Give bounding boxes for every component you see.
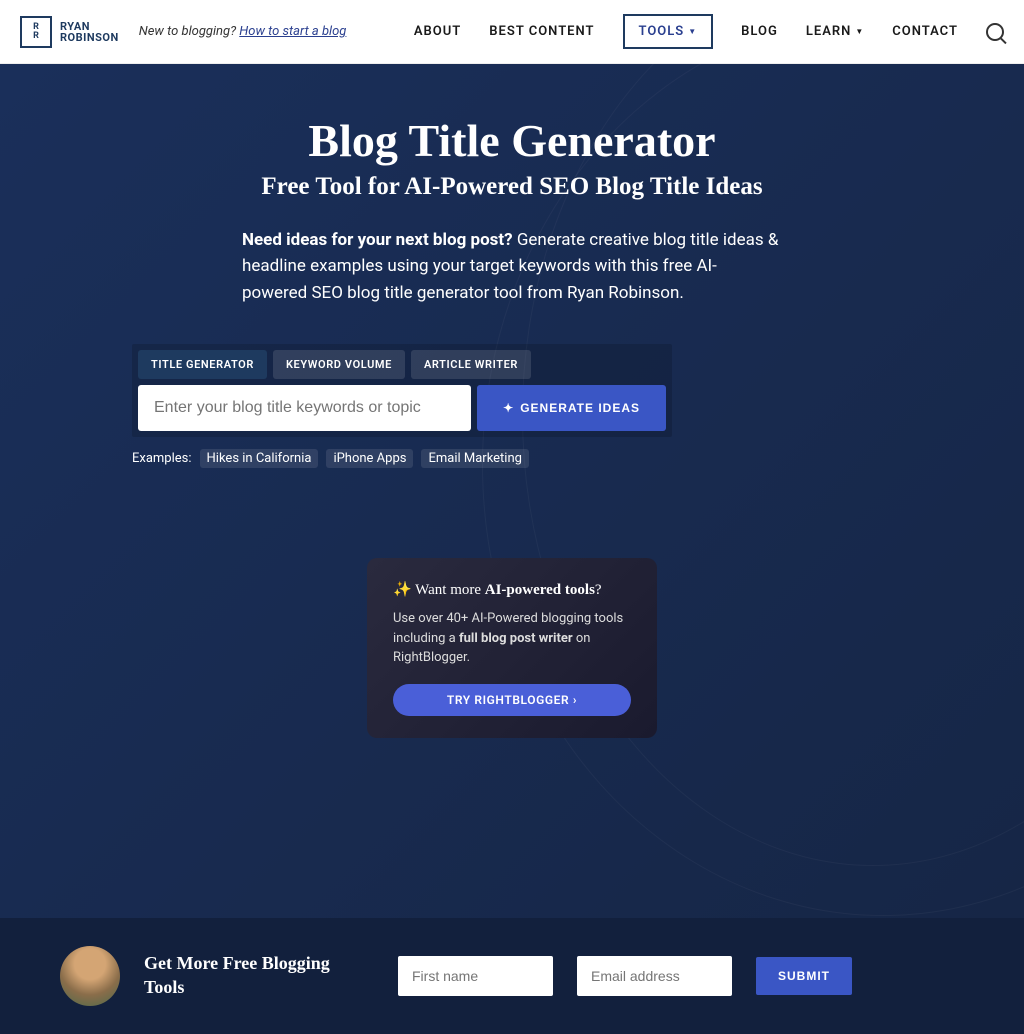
nav-tools-label: TOOLS [639,24,685,39]
email-field[interactable] [577,956,732,996]
tagline-prefix: New to blogging? [139,24,240,39]
nav-tools[interactable]: TOOLS ▼ [623,14,714,49]
hero-inner: Blog Title Generator Free Tool for AI-Po… [132,114,892,738]
hero: Blog Title Generator Free Tool for AI-Po… [0,64,1024,918]
search-icon[interactable] [986,23,1004,41]
tab-title-generator[interactable]: TITLE GENERATOR [138,350,267,379]
chevron-down-icon: ▼ [855,27,864,36]
logo-text: RYAN ROBINSON [60,21,119,43]
primary-nav: ABOUT BEST CONTENT TOOLS ▼ BLOG LEARN ▼ … [414,14,1004,49]
nav-learn-label: LEARN [806,24,852,39]
promo-title-bold: AI-powered tools [485,582,595,598]
promo-card: ✨ Want more AI-powered tools? Use over 4… [367,558,657,738]
logo-area: RR RYAN ROBINSON New to blogging? How to… [20,16,346,48]
keywords-input[interactable] [138,385,471,431]
promo-title-pre: ✨ Want more [393,582,485,598]
tool-box: TITLE GENERATOR KEYWORD VOLUME ARTICLE W… [132,344,672,437]
logo-text-top: RYAN [60,21,119,32]
nav-blog[interactable]: BLOG [741,24,778,39]
nav-learn[interactable]: LEARN ▼ [806,24,864,39]
nav-about[interactable]: ABOUT [414,24,461,39]
newsletter-bar: Get More Free Blogging Tools SUBMIT [0,918,1024,1034]
chevron-down-icon: ▼ [688,27,697,36]
try-rightblogger-button[interactable]: TRY RIGHTBLOGGER › [393,684,631,716]
generate-button-label: GENERATE IDEAS [520,401,640,415]
page-title: Blog Title Generator [132,114,892,167]
desc-bold: Need ideas for your next blog post? [242,230,513,250]
start-blog-link[interactable]: How to start a blog [239,24,346,39]
example-chip[interactable]: iPhone Apps [326,449,413,468]
examples-row: Examples: Hikes in California iPhone App… [132,449,892,468]
avatar [60,946,120,1006]
promo-title: ✨ Want more AI-powered tools? [393,580,631,599]
tab-article-writer[interactable]: ARTICLE WRITER [411,350,531,379]
promo-body-bold: full blog post writer [459,631,573,646]
sparkle-icon: ✦ [503,401,514,415]
page-subtitle: Free Tool for AI-Powered SEO Blog Title … [132,173,892,201]
promo-title-post: ? [595,582,602,598]
logo-text-bot: ROBINSON [60,32,119,43]
logo-icon: RR [20,16,52,48]
tagline: New to blogging? How to start a blog [139,24,347,39]
nav-best-content[interactable]: BEST CONTENT [489,24,594,39]
input-row: ✦ GENERATE IDEAS [138,385,666,431]
tool-tabs: TITLE GENERATOR KEYWORD VOLUME ARTICLE W… [138,350,666,379]
first-name-field[interactable] [398,956,553,996]
newsletter-title: Get More Free Blogging Tools [144,952,374,999]
tab-keyword-volume[interactable]: KEYWORD VOLUME [273,350,405,379]
example-chip[interactable]: Hikes in California [200,449,319,468]
submit-button[interactable]: SUBMIT [756,957,852,995]
promo-body: Use over 40+ AI-Powered blogging tools i… [393,609,631,668]
nav-contact[interactable]: CONTACT [892,24,958,39]
example-chip[interactable]: Email Marketing [421,449,528,468]
site-header: RR RYAN ROBINSON New to blogging? How to… [0,0,1024,64]
page-description: Need ideas for your next blog post? Gene… [242,227,782,306]
generate-button[interactable]: ✦ GENERATE IDEAS [477,385,666,431]
examples-label: Examples: [132,451,192,466]
logo-link[interactable]: RR RYAN ROBINSON [20,16,119,48]
